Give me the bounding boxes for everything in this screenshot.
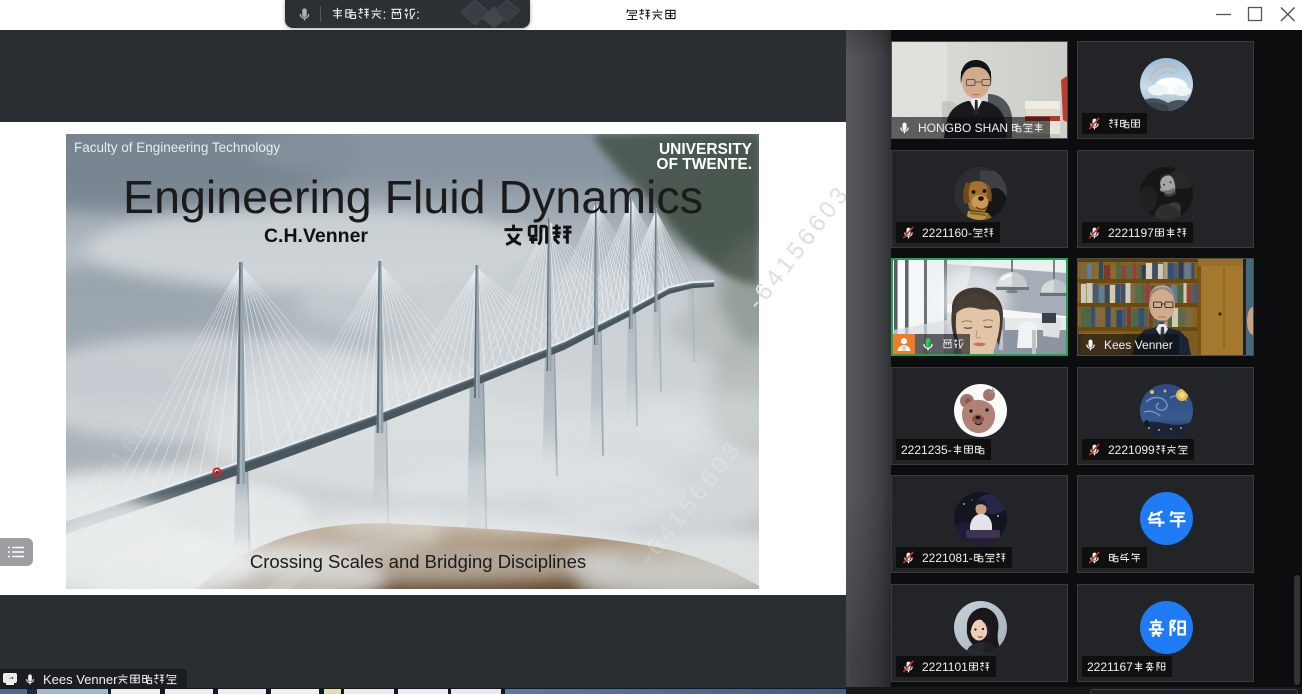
svg-text:C.H.Venner: C.H.Venner (264, 225, 368, 247)
svg-text:Crossing Scales and Bridging D: Crossing Scales and Bridging Disciplines (250, 551, 586, 572)
svg-text:Engineering Fluid Dynamics: Engineering Fluid Dynamics (123, 171, 703, 223)
svg-text:Faculty of Engineering Technol: Faculty of Engineering Technology (74, 140, 280, 155)
